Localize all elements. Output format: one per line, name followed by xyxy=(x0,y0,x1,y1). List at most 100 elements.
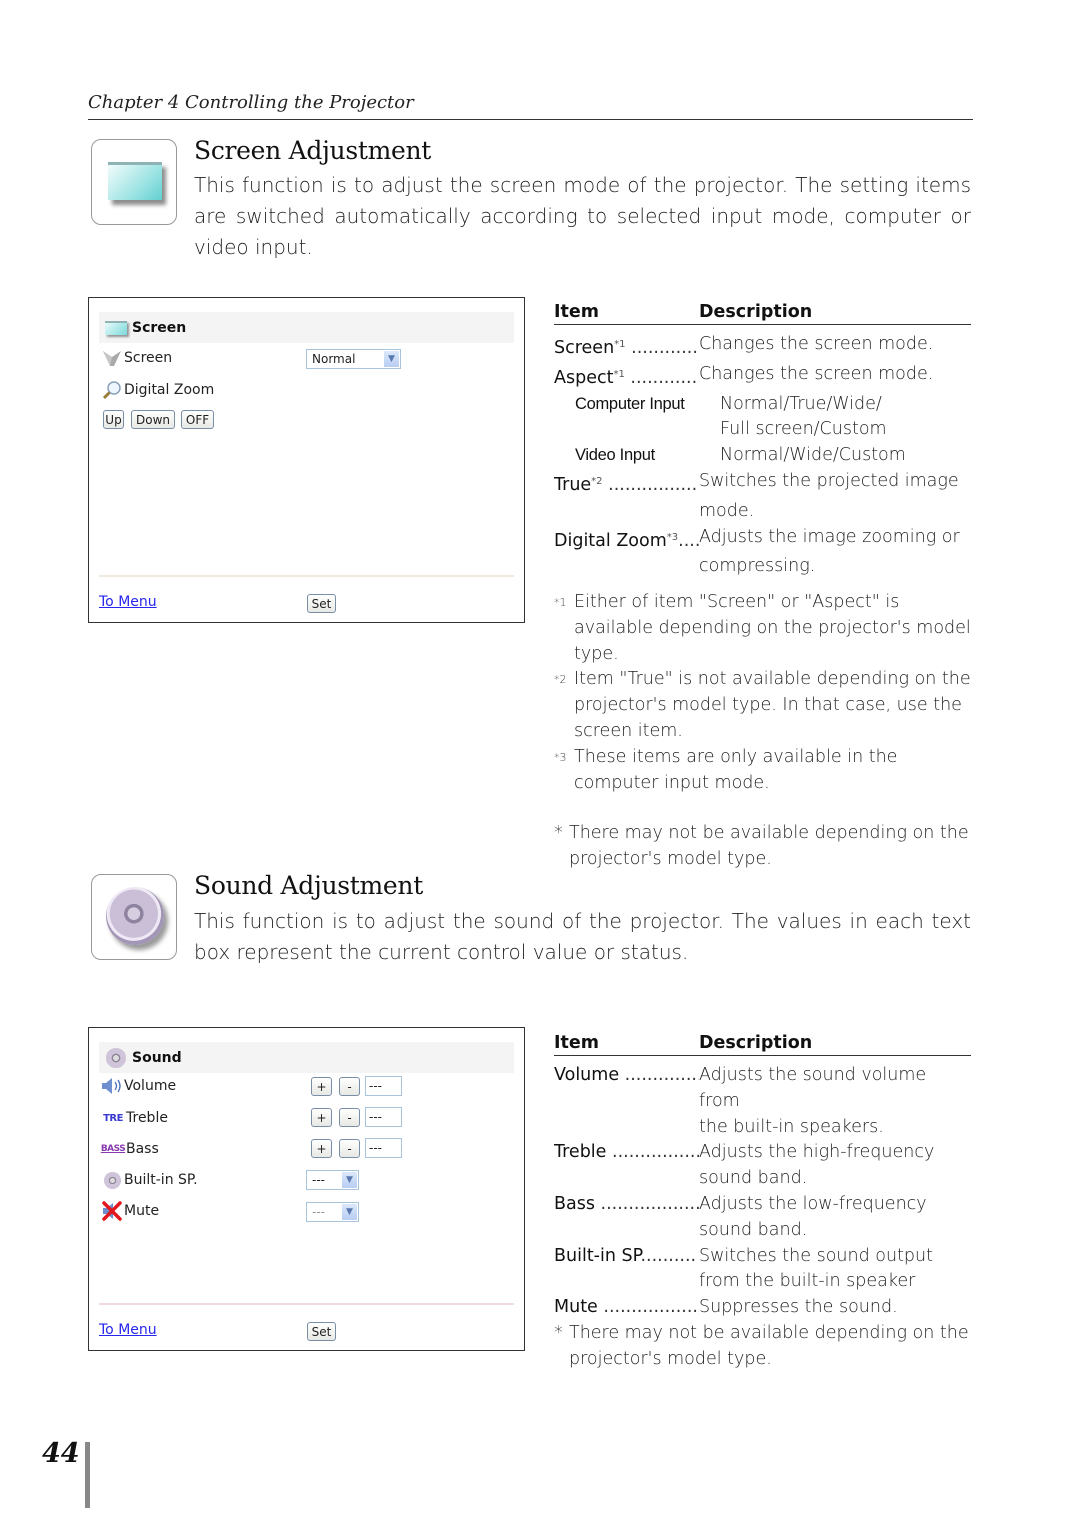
section-title-sound: Sound Adjustment xyxy=(194,871,423,900)
table-row: Built-in SP.......... Switches the sound… xyxy=(554,1244,971,1270)
screen-web-panel: Screen Screen Normal ▼ Digital Zoom Up D… xyxy=(88,297,525,623)
col-description: Description xyxy=(699,1033,813,1053)
section-title-screen: Screen Adjustment xyxy=(194,136,432,165)
panel-divider xyxy=(99,575,514,577)
definition: Adjusts the image zooming or xyxy=(699,526,960,547)
mute-icon xyxy=(101,1201,123,1221)
bass-plus-button[interactable]: + xyxy=(311,1139,332,1158)
volume-icon xyxy=(101,1076,123,1096)
sub-definition: Normal/Wide/Custom xyxy=(720,445,906,466)
table-row: Volume .............. Adjusts the sound … xyxy=(554,1063,971,1115)
footnote-mark: *1 xyxy=(554,596,567,609)
footnote-text: These items are only available in the co… xyxy=(574,746,898,793)
treble-plus-button[interactable]: + xyxy=(311,1108,332,1127)
col-item: Item xyxy=(554,1033,599,1053)
zoom-off-button[interactable]: OFF xyxy=(181,410,214,429)
definition: mode. xyxy=(699,500,755,521)
mute-label: Mute xyxy=(124,1203,160,1219)
definition: sound band. xyxy=(699,1219,808,1240)
footnote: *2 Item "True" is not available dependin… xyxy=(554,667,974,744)
builtin-sp-select[interactable]: --- ▼ xyxy=(306,1170,359,1190)
footnote-mark: *2 xyxy=(554,673,567,687)
treble-row: TRE Treble xyxy=(101,1108,168,1128)
table-row: mode. xyxy=(554,499,971,525)
footnote-ref: *3 xyxy=(666,531,679,543)
sound-description-table: Item Description Volume .............. A… xyxy=(554,1033,971,1321)
table-row: Screen*1 ............ Changes the screen… xyxy=(554,332,971,362)
bass-minus-button[interactable]: - xyxy=(339,1139,360,1158)
term: Bass xyxy=(554,1193,595,1214)
panel-divider xyxy=(99,1303,514,1305)
table-row: Bass .................. Adjusts the low-… xyxy=(554,1192,971,1218)
bass-value[interactable]: --- xyxy=(365,1138,402,1158)
mute-select[interactable]: --- ▼ xyxy=(306,1202,359,1222)
term: Built-in SP xyxy=(554,1245,641,1266)
page-number-bar xyxy=(85,1442,90,1508)
term: Digital Zoom xyxy=(554,530,667,551)
footnote-mark: *3 xyxy=(554,750,567,764)
volume-plus-button[interactable]: + xyxy=(311,1077,332,1096)
chevron-down-icon[interactable]: ▼ xyxy=(342,1204,357,1220)
volume-minus-button[interactable]: - xyxy=(339,1077,360,1096)
builtin-sp-value: --- xyxy=(312,1173,325,1187)
leader-dots: .................. xyxy=(600,1193,699,1214)
speaker-glyph xyxy=(106,887,164,945)
screen-footnotes: *1 Either of item "Screen" or "Aspect" i… xyxy=(554,590,974,873)
table-subrow: Video Input Normal/Wide/Custom xyxy=(554,443,971,469)
note-text: There may not be available depending on … xyxy=(569,1323,969,1369)
bass-label: Bass xyxy=(126,1141,159,1157)
section-intro-sound: This function is to adjust the sound of … xyxy=(194,909,971,964)
bass-icon: BASS xyxy=(100,1144,126,1154)
screen-mode-value: Normal xyxy=(312,352,356,366)
sub-term: Computer Input xyxy=(575,394,685,413)
zoom-up-button[interactable]: Up xyxy=(103,410,124,429)
leader-dots: .......... xyxy=(640,1245,697,1266)
table-row: sound band. xyxy=(554,1166,971,1192)
sub-term xyxy=(554,417,720,443)
chevron-down-icon[interactable]: ▼ xyxy=(342,1172,357,1188)
panel-header-sound: Sound xyxy=(99,1042,514,1073)
note-text: There may not be available depending on … xyxy=(569,823,969,870)
table-row: the built-in speakers. xyxy=(554,1115,971,1141)
term: True xyxy=(554,474,592,495)
mute-row: Mute xyxy=(101,1201,159,1221)
speaker-icon xyxy=(103,1047,129,1068)
set-button[interactable]: Set xyxy=(307,1322,336,1341)
term: Screen xyxy=(554,338,615,358)
sound-web-panel: Sound Volume + - --- TRE Treble + - --- … xyxy=(88,1027,525,1351)
definition: Switches the projected image xyxy=(699,470,959,491)
footnote: *1 Either of item "Screen" or "Aspect" i… xyxy=(554,590,974,667)
sub-definition: Full screen/Custom xyxy=(720,419,887,440)
sub-term: Video Input xyxy=(575,446,655,465)
panel-header-screen: Screen xyxy=(99,312,514,343)
screen-mode-select[interactable]: Normal ▼ xyxy=(306,349,401,369)
digital-zoom-label: Digital Zoom xyxy=(124,382,215,398)
set-button[interactable]: Set xyxy=(307,594,336,613)
treble-icon: TRE xyxy=(103,1112,123,1124)
table-header: Item Description xyxy=(554,302,971,325)
to-menu-link[interactable]: To Menu xyxy=(99,1322,157,1338)
section-intro-screen: This function is to adjust the screen mo… xyxy=(194,173,971,259)
volume-row: Volume xyxy=(101,1076,176,1096)
table-subrow: Full screen/Custom xyxy=(554,417,971,443)
definition: Suppresses the sound. xyxy=(699,1297,898,1318)
builtin-sp-row: Built-in SP. xyxy=(101,1170,198,1190)
treble-value[interactable]: --- xyxy=(365,1107,402,1127)
chevron-down-icon[interactable]: ▼ xyxy=(384,351,399,367)
magnifier-icon xyxy=(101,380,123,400)
zoom-down-button[interactable]: Down xyxy=(131,410,175,429)
to-menu-link[interactable]: To Menu xyxy=(99,594,157,610)
footnote-ref: *1 xyxy=(613,368,625,380)
col-item: Item xyxy=(554,302,599,322)
term: Volume xyxy=(554,1065,620,1085)
mute-value: --- xyxy=(312,1205,325,1219)
panel-header-label: Screen xyxy=(132,319,187,336)
note-mark: * xyxy=(554,823,563,844)
note-mark: * xyxy=(554,1323,563,1343)
treble-minus-button[interactable]: - xyxy=(339,1108,360,1127)
footnote-ref: *2 xyxy=(591,475,603,487)
table-row: Mute .................. Suppresses the s… xyxy=(554,1295,971,1321)
volume-value[interactable]: --- xyxy=(365,1076,402,1096)
definition: Adjusts the sound volume from xyxy=(699,1065,927,1111)
leader-dots: .................. xyxy=(603,1297,699,1318)
